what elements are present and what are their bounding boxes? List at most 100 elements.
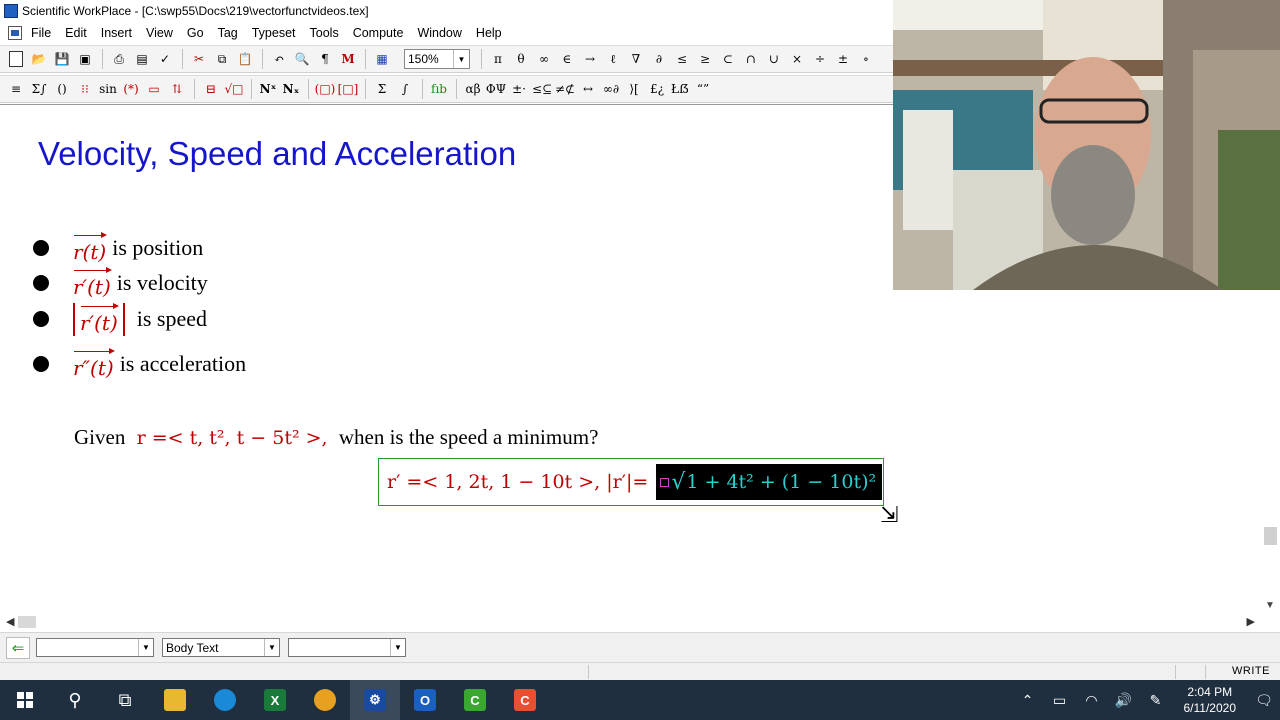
symbol-element-button[interactable]: ∈ xyxy=(556,48,578,70)
relations-icon[interactable]: ≤⊆ xyxy=(531,78,553,100)
volume-icon[interactable]: 🔊 xyxy=(1108,680,1140,720)
wifi-icon[interactable]: ◠ xyxy=(1076,680,1108,720)
selected-radical[interactable]: √ 1 + 4t² + (1 − 10t)² xyxy=(656,464,883,500)
vertical-scrollbar[interactable]: ▼ xyxy=(1261,290,1280,615)
chevron-down-icon[interactable]: ▼ xyxy=(264,639,279,656)
document-icon[interactable] xyxy=(8,26,22,40)
pen-icon[interactable]: ✎ xyxy=(1140,680,1172,720)
cut-icon[interactable]: ✂ xyxy=(188,48,210,70)
menu-help[interactable]: Help xyxy=(476,26,502,40)
greek-upper-icon[interactable]: ΦΨ xyxy=(485,78,507,100)
superscript-icon[interactable]: Nˣ xyxy=(257,78,279,100)
file-explorer-icon[interactable] xyxy=(150,680,200,720)
battery-icon[interactable]: ▭ xyxy=(1044,680,1076,720)
radical-icon[interactable]: √□ xyxy=(223,78,245,100)
symbol-subset-button[interactable]: ⊂ xyxy=(717,48,739,70)
scroll-down-arrow-icon[interactable]: ▼ xyxy=(1265,600,1275,611)
start-button[interactable] xyxy=(0,680,50,720)
subscript-icon[interactable]: Nₓ xyxy=(280,78,302,100)
symbol-arrow-button[interactable]: → xyxy=(579,48,601,70)
binary-ops-icon[interactable]: ±· xyxy=(508,78,530,100)
symbol-div-button[interactable]: ÷ xyxy=(809,48,831,70)
menu-insert[interactable]: Insert xyxy=(101,26,132,40)
greek-lower-icon[interactable]: αβ xyxy=(462,78,484,100)
chevron-down-icon[interactable]: ▼ xyxy=(390,639,405,656)
text-accent-icon[interactable]: fıb xyxy=(428,78,450,100)
document-editor[interactable]: Velocity, Speed and Acceleration r(t) is… xyxy=(0,104,898,615)
binomial-template-icon[interactable]: ⇅ xyxy=(166,78,188,100)
symbol-cup-button[interactable]: ∪ xyxy=(763,48,785,70)
outlook-icon[interactable]: O xyxy=(400,680,450,720)
save-icon[interactable]: 💾 xyxy=(51,48,73,70)
fraction-icon[interactable]: ⊟ xyxy=(200,78,222,100)
latin-ext-icon[interactable]: Łẞ xyxy=(669,78,691,100)
symbol-cap-button[interactable]: ∩ xyxy=(740,48,762,70)
latin-icon[interactable]: £¿ xyxy=(646,78,668,100)
paint-app-icon[interactable] xyxy=(300,680,350,720)
camtasia-red-icon[interactable]: C xyxy=(500,680,550,720)
parentheses-icon[interactable]: (□) xyxy=(314,78,336,100)
scroll-right-arrow-icon[interactable]: ▶ xyxy=(1247,615,1255,628)
sum-template-icon[interactable]: Σ∫ xyxy=(28,78,50,100)
paste-icon[interactable]: 📋 xyxy=(234,48,256,70)
menu-tools[interactable]: Tools xyxy=(310,26,339,40)
preview-icon[interactable]: ▤ xyxy=(131,48,153,70)
arrows-icon[interactable]: ↔ xyxy=(577,78,599,100)
menu-compute[interactable]: Compute xyxy=(353,26,404,40)
copy-icon[interactable]: ⧉ xyxy=(211,48,233,70)
find-icon[interactable]: 🔍 xyxy=(291,48,313,70)
misc-symbols-icon[interactable]: ∞∂ xyxy=(600,78,622,100)
notifications-icon[interactable]: 🗨 xyxy=(1248,680,1280,720)
negated-relations-icon[interactable]: ≠⊄ xyxy=(554,78,576,100)
menu-view[interactable]: View xyxy=(146,26,173,40)
symbol-geq-button[interactable]: ≥ xyxy=(694,48,716,70)
scroll-left-arrow-icon[interactable]: ◀ xyxy=(6,615,14,628)
zoom-select[interactable]: 150% ▼ xyxy=(404,49,470,69)
menu-file[interactable]: File xyxy=(31,26,51,40)
save-all-icon[interactable]: ▣ xyxy=(74,48,96,70)
scrollbar-thumb[interactable] xyxy=(1264,527,1277,545)
brackets-template-icon[interactable]: () xyxy=(51,78,73,100)
fraction-template-icon[interactable]: ▭ xyxy=(143,78,165,100)
symbol-circ-button[interactable]: ∘ xyxy=(855,48,877,70)
menu-tag[interactable]: Tag xyxy=(218,26,238,40)
square-brackets-icon[interactable]: [□] xyxy=(337,78,359,100)
quotes-icon[interactable]: “” xyxy=(692,78,714,100)
open-folder-icon[interactable]: 📂 xyxy=(28,48,50,70)
text-tag-select[interactable]: ▼ xyxy=(288,638,406,657)
function-template-icon[interactable]: sin xyxy=(97,78,119,100)
camtasia-green-icon[interactable]: C xyxy=(450,680,500,720)
calendar-icon[interactable]: ▦ xyxy=(371,48,393,70)
symbol-nabla-button[interactable]: ∇ xyxy=(625,48,647,70)
paragraph-icon[interactable]: ¶ xyxy=(314,48,336,70)
symbol-partial-button[interactable]: ∂ xyxy=(648,48,670,70)
symbol-leq-button[interactable]: ≤ xyxy=(671,48,693,70)
symbol-pm-button[interactable]: ± xyxy=(832,48,854,70)
remove-item-tag-icon[interactable]: ⇐ xyxy=(6,636,30,659)
menu-window[interactable]: Window xyxy=(417,26,461,40)
print-icon[interactable]: ⎙ xyxy=(108,48,130,70)
task-view-icon[interactable]: ⧉ xyxy=(100,680,150,720)
chevron-up-icon[interactable]: ⌃ xyxy=(1012,680,1044,720)
chevron-down-icon[interactable]: ▼ xyxy=(453,50,469,68)
spellcheck-icon[interactable]: ✓ xyxy=(154,48,176,70)
symbol-pi-button[interactable]: π xyxy=(487,48,509,70)
matrix-template-icon[interactable]: ⁝⁝ xyxy=(74,78,96,100)
symbol-ell-button[interactable]: ℓ xyxy=(602,48,624,70)
undo-icon[interactable]: ↶ xyxy=(268,48,290,70)
edge-browser-icon[interactable] xyxy=(200,680,250,720)
search-icon[interactable]: ⚲ xyxy=(50,680,100,720)
menu-typeset[interactable]: Typeset xyxy=(252,26,296,40)
clock[interactable]: 2:04 PM 6/11/2020 xyxy=(1184,684,1237,716)
scientific-workplace-taskbar-icon[interactable]: ⚙ xyxy=(350,680,400,720)
math-mode-icon[interactable]: M xyxy=(337,48,359,70)
chevron-down-icon[interactable]: ▼ xyxy=(138,639,153,656)
integral-icon[interactable]: ∫ xyxy=(394,78,416,100)
symbol-times-button[interactable]: × xyxy=(786,48,808,70)
summation-icon[interactable]: Σ xyxy=(371,78,393,100)
horizontal-scrollbar[interactable]: ◀ ▶ xyxy=(0,615,1261,629)
delimiters-icon[interactable]: ⟩[ xyxy=(623,78,645,100)
answer-math-box[interactable]: r′ =< 1, 2t, 1 − 10t >, |r′|= √ 1 + 4t² … xyxy=(378,458,884,506)
menu-go[interactable]: Go xyxy=(187,26,204,40)
excel-icon[interactable]: X xyxy=(250,680,300,720)
